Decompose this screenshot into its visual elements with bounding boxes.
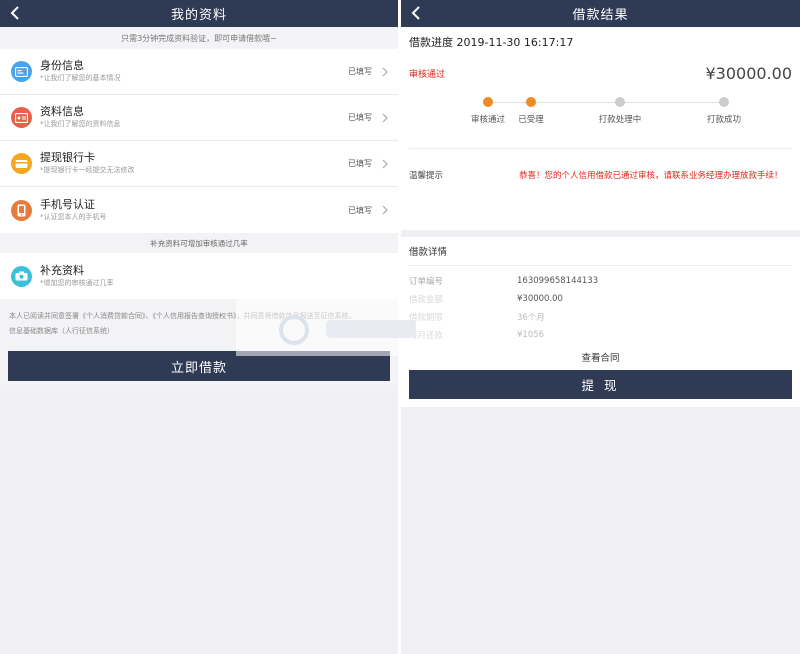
section-gap bbox=[401, 230, 800, 237]
item-subtitle: *让我们了解您的资料信息 bbox=[40, 120, 121, 128]
detail-value: ¥1056 bbox=[517, 330, 545, 340]
icon-badge bbox=[11, 61, 32, 82]
step-dot bbox=[483, 97, 493, 107]
detail-key: 每月还款 bbox=[409, 331, 444, 341]
notice-banner: 只需3分钟完成资料验证，即可申请借款哦~ bbox=[0, 27, 398, 49]
page-title: 我的资料 bbox=[170, 8, 227, 23]
list-item-bank-card[interactable]: 提现银行卡 *提现银行卡一经提交无法修改 已填写 bbox=[0, 141, 398, 187]
detail-row: 借款金额 ¥30000.00 bbox=[409, 290, 792, 308]
top-bar: 我的资料 bbox=[0, 0, 398, 27]
step-label: 审核通过 bbox=[470, 115, 506, 125]
info-card-icon bbox=[15, 112, 28, 123]
warm-tip-message: 恭喜！您的个人信用借款已通过审核，请联系业务经理办理放款手续！ bbox=[519, 171, 783, 181]
step-label: 打款成功 bbox=[706, 115, 742, 125]
step-label: 打款处理中 bbox=[598, 115, 642, 125]
view-contract-link[interactable]: 查看合同 bbox=[409, 344, 792, 370]
detail-key: 借款金额 bbox=[409, 295, 444, 305]
step-dot bbox=[526, 97, 536, 107]
profile-panel: 我的资料 只需3分钟完成资料验证，即可申请借款哦~ 身份信息 *让我们了解您的基… bbox=[0, 0, 398, 654]
warm-tip: 温馨提示 恭喜！您的个人信用借款已通过审核，请联系业务经理办理放款手续！ bbox=[409, 148, 792, 230]
camera-icon bbox=[15, 271, 28, 281]
borrow-now-button[interactable]: 立即借款 bbox=[8, 351, 390, 381]
chevron-right-icon bbox=[382, 159, 388, 168]
button-area: 立即借款 bbox=[0, 345, 398, 391]
withdraw-button[interactable]: 提 现 bbox=[409, 370, 792, 399]
detail-key: 订单编号 bbox=[409, 277, 444, 287]
icon-badge bbox=[11, 199, 32, 221]
item-title: 身份信息 bbox=[40, 59, 84, 72]
step-dot bbox=[719, 97, 729, 107]
id-card-icon bbox=[15, 66, 28, 77]
status-text: 已填写 bbox=[348, 205, 372, 215]
detail-row: 订单编号 163099658144133 bbox=[409, 272, 792, 290]
icon-badge bbox=[11, 107, 32, 128]
back-button[interactable] bbox=[409, 4, 425, 22]
warm-tip-label: 温馨提示 bbox=[409, 171, 444, 181]
agreement-line-2: 信息基础数据库（人行征信系统） bbox=[9, 327, 114, 335]
item-subtitle: *增加您的审核通过几率 bbox=[40, 278, 114, 287]
chevron-right-icon bbox=[382, 67, 388, 76]
item-title: 补充资料 bbox=[40, 263, 84, 277]
detail-key: 借款期限 bbox=[409, 313, 444, 323]
icon-badge bbox=[11, 153, 32, 174]
phone-icon bbox=[17, 204, 26, 216]
top-bar: 借款结果 bbox=[401, 0, 800, 27]
supplement-list: 补充资料 *增加您的审核通过几率 bbox=[0, 253, 398, 299]
progress-stepper: 审核通过 已受理 打款处理中 打款成功 bbox=[409, 90, 792, 148]
list-item-supplement[interactable]: 补充资料 *增加您的审核通过几率 bbox=[0, 253, 398, 299]
agreement-line: 本人已阅读并同意签署《个人消费贷款合同》、《个人信用报告查询授权书》，并同意将借… bbox=[9, 312, 356, 320]
chevron-left-icon bbox=[411, 6, 420, 20]
item-title: 提现银行卡 bbox=[40, 151, 95, 164]
detail-row: 借款期限 36个月 bbox=[409, 308, 792, 326]
status-badge: 审核通过 bbox=[409, 69, 446, 80]
app-screenshot: 我的资料 只需3分钟完成资料验证，即可申请借款哦~ 身份信息 *让我们了解您的基… bbox=[0, 0, 800, 654]
list-item-identity[interactable]: 身份信息 *让我们了解您的基本情况 已填写 bbox=[0, 49, 398, 95]
loan-amount: ¥30000.00 bbox=[705, 63, 792, 83]
list-item-info[interactable]: 资料信息 *让我们了解您的资料信息 已填写 bbox=[0, 95, 398, 141]
item-subtitle: *提现银行卡一经提交无法修改 bbox=[40, 166, 135, 174]
page-title: 借款结果 bbox=[572, 8, 629, 23]
step-label: 已受理 bbox=[518, 115, 544, 125]
profile-list: 身份信息 *让我们了解您的基本情况 已填写 资料信息 *让我们了解您的资料信息 … bbox=[0, 49, 398, 233]
loan-result-panel: 借款结果 借款进度 2019-11-30 16:17:17 审核通过 ¥3000… bbox=[401, 0, 800, 654]
agreement-text: 本人已阅读并同意签署《个人消费贷款合同》、《个人信用报告查询授权书》，并同意将借… bbox=[0, 299, 398, 345]
status-text: 已填写 bbox=[348, 67, 372, 76]
chevron-left-icon bbox=[10, 6, 19, 20]
supplement-notice: 补充资料可增加审核通过几率 bbox=[0, 233, 398, 253]
detail-header: 借款详情 bbox=[409, 237, 792, 266]
step-dot bbox=[615, 97, 625, 107]
chevron-right-icon bbox=[382, 205, 388, 215]
detail-value: 36个月 bbox=[517, 313, 545, 323]
item-title: 手机号认证 bbox=[40, 197, 95, 211]
detail-value: ¥30000.00 bbox=[517, 294, 563, 304]
item-subtitle: *让我们了解您的基本情况 bbox=[40, 74, 121, 82]
back-button[interactable] bbox=[8, 4, 24, 22]
progress-header: 借款进度 2019-11-30 16:17:17 bbox=[409, 35, 574, 49]
chevron-right-icon bbox=[382, 113, 388, 122]
detail-row: 每月还款 ¥1056 bbox=[409, 326, 792, 344]
item-title: 资料信息 bbox=[40, 105, 84, 118]
bank-card-icon bbox=[15, 159, 28, 168]
detail-value: 163099658144133 bbox=[517, 276, 599, 286]
progress-section: 借款进度 2019-11-30 16:17:17 审核通过 ¥30000.00 … bbox=[401, 27, 800, 230]
status-text: 已填写 bbox=[348, 113, 372, 122]
icon-badge bbox=[11, 265, 32, 287]
stepper-line bbox=[488, 102, 724, 103]
list-item-phone[interactable]: 手机号认证 *认证您本人的手机号 已填写 bbox=[0, 187, 398, 233]
amount-row: 审核通过 ¥30000.00 bbox=[409, 56, 792, 90]
item-subtitle: *认证您本人的手机号 bbox=[40, 212, 107, 221]
detail-section: 借款详情 订单编号 163099658144133 借款金额 ¥30000.00… bbox=[401, 237, 800, 407]
status-text: 已填写 bbox=[348, 159, 372, 168]
